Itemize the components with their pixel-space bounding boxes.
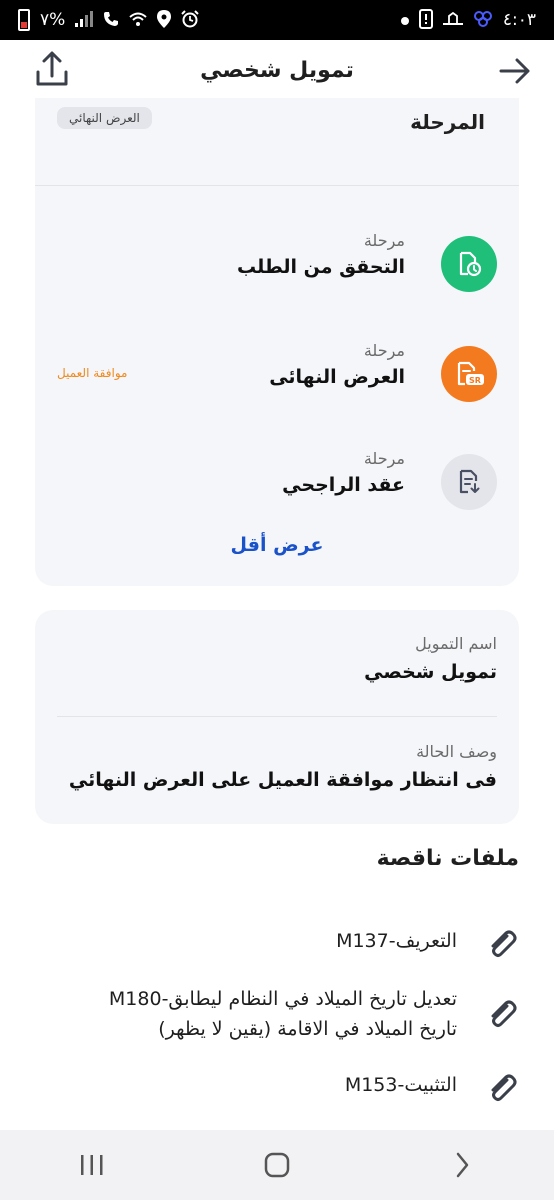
missing-file-item[interactable]: التعريف-M137 bbox=[49, 926, 519, 962]
stage-sub-label: مرحلة bbox=[363, 341, 405, 360]
stage-sub-label: مرحلة bbox=[363, 231, 405, 250]
page-title: تمويل شخصي bbox=[200, 57, 354, 83]
battery-icon bbox=[18, 9, 30, 31]
paperclip-icon bbox=[491, 930, 517, 957]
missing-file-item[interactable]: تعديل تاريخ الميلاد في النظام ليطابق-M18… bbox=[49, 984, 519, 1048]
app-icon-2 bbox=[473, 10, 493, 31]
home-button[interactable] bbox=[257, 1145, 297, 1185]
status-desc-value: فى انتظار موافقة العميل على العرض النهائ… bbox=[68, 769, 497, 791]
stage-name: العرض النهائى bbox=[269, 366, 405, 388]
paperclip-icon bbox=[491, 1000, 517, 1027]
missing-file-line-2: تاريخ الميلاد في الاقامة (يقين لا يظهر) bbox=[158, 1018, 457, 1040]
back-button[interactable] bbox=[442, 1145, 482, 1185]
missing-file-text: تعديل تاريخ الميلاد في النظام ليطابق-M18… bbox=[109, 984, 457, 1044]
signal-icon bbox=[75, 10, 94, 30]
status-desc-label: وصف الحالة bbox=[416, 742, 497, 761]
stage-item-contract: مرحلة عقد الراجحي bbox=[57, 448, 497, 518]
finance-name-label: اسم التمويل bbox=[415, 634, 497, 653]
stage-item-verify: مرحلة التحقق من الطلب bbox=[57, 230, 497, 300]
home-icon bbox=[264, 1152, 290, 1178]
stages-header-label: المرحلة bbox=[410, 110, 485, 134]
status-bar: ٧% ٤:٠٣ bbox=[0, 0, 554, 40]
battery-percent: ٧% bbox=[40, 10, 66, 30]
app-icon bbox=[442, 11, 463, 30]
finance-name-value: تمويل شخصي bbox=[364, 661, 497, 683]
status-desc-row: وصف الحالة فى انتظار موافقة العميل على ا… bbox=[57, 740, 497, 796]
alarm-icon bbox=[181, 9, 200, 31]
app-header: تمويل شخصي bbox=[0, 40, 554, 100]
divider bbox=[57, 716, 497, 717]
stage-text: مرحلة العرض النهائى bbox=[269, 340, 405, 392]
back-icon bbox=[456, 1152, 468, 1178]
current-stage-chip: العرض النهائي bbox=[57, 107, 152, 129]
missing-file-text: التعريف-M137 bbox=[336, 926, 457, 956]
paperclip-icon bbox=[491, 1074, 517, 1101]
missing-file-line: تعديل تاريخ الميلاد في النظام ليطابق-M18… bbox=[108, 988, 457, 1010]
dot-icon bbox=[400, 13, 409, 28]
show-less-link[interactable]: عرض أقل bbox=[35, 534, 519, 556]
status-left: ٧% bbox=[18, 9, 200, 31]
system-nav-bar bbox=[0, 1130, 554, 1200]
stage-text: مرحلة التحقق من الطلب bbox=[237, 230, 405, 282]
stage-name: عقد الراجحي bbox=[282, 474, 405, 496]
arrow-right-icon[interactable] bbox=[498, 54, 532, 88]
stage-item-offer: SR مرحلة العرض النهائى موافقة العميل bbox=[57, 340, 497, 410]
stage-status: موافقة العميل bbox=[57, 366, 128, 380]
missing-file-line: التثبيت-M153 bbox=[344, 1074, 457, 1096]
stage-sub-label: مرحلة bbox=[363, 449, 405, 468]
wifi-icon bbox=[129, 11, 147, 30]
status-time: ٤:٠٣ bbox=[502, 10, 536, 30]
missing-file-item[interactable]: التثبيت-M153 bbox=[49, 1070, 519, 1106]
contract-icon bbox=[441, 454, 497, 510]
svg-text:SR: SR bbox=[469, 376, 481, 385]
call-icon bbox=[103, 11, 119, 30]
stage-name: التحقق من الطلب bbox=[236, 256, 405, 278]
alert-icon bbox=[418, 8, 433, 32]
share-icon[interactable] bbox=[34, 50, 70, 88]
offer-icon: SR bbox=[441, 346, 497, 402]
missing-file-text: التثبيت-M153 bbox=[345, 1070, 457, 1100]
status-right: ٤:٠٣ bbox=[400, 8, 536, 32]
stages-header: المرحلة العرض النهائي bbox=[35, 98, 519, 186]
missing-files-title: ملفات ناقصة bbox=[376, 846, 519, 871]
recent-apps-button[interactable] bbox=[72, 1145, 112, 1185]
stages-card: المرحلة العرض النهائي مرحلة التحقق من ال… bbox=[35, 98, 519, 586]
verify-icon bbox=[441, 236, 497, 292]
missing-file-line: التعريف-M137 bbox=[336, 930, 457, 952]
recent-apps-icon bbox=[81, 1155, 103, 1175]
stage-text: مرحلة عقد الراجحي bbox=[282, 448, 405, 500]
finance-name-row: اسم التمويل تمويل شخصي bbox=[57, 632, 497, 688]
finance-info-card: اسم التمويل تمويل شخصي وصف الحالة فى انت… bbox=[35, 610, 519, 824]
location-icon bbox=[157, 9, 172, 31]
